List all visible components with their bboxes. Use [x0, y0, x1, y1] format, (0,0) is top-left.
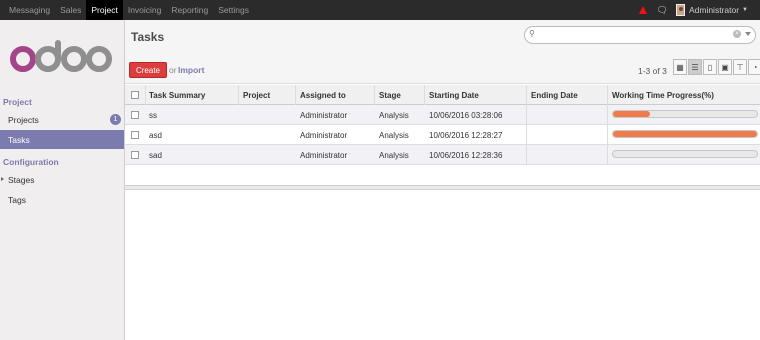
- gantt-icon[interactable]: ⊤: [733, 59, 747, 75]
- menu-invoicing[interactable]: Invoicing: [123, 0, 167, 20]
- user-name[interactable]: Administrator: [689, 5, 739, 15]
- column-header-assigned-to[interactable]: Assigned to: [300, 85, 346, 105]
- sidebar: Project Projects 1 Tasks Configuration S…: [0, 20, 125, 340]
- control-panel: Tasks ⚲ × Create or Import 1-3 of 3 ▦ ☰ …: [125, 20, 760, 84]
- column-header-working-time-progress[interactable]: Working Time Progress(%): [612, 85, 714, 105]
- chat-icon[interactable]: 🗨: [657, 5, 668, 16]
- search-options-dropdown-icon[interactable]: [745, 32, 751, 36]
- page-title: Tasks: [131, 30, 165, 44]
- progress-bar: [612, 150, 758, 158]
- cell-starting-date: 10/06/2016 12:28:27: [429, 130, 503, 140]
- import-link[interactable]: Import: [178, 65, 204, 75]
- select-all-checkbox[interactable]: [131, 91, 139, 99]
- search-icon: ⚲: [529, 29, 535, 38]
- count-badge: 1: [110, 114, 121, 125]
- sidebar-item-label: Stages: [8, 174, 35, 185]
- clear-icon[interactable]: ×: [733, 30, 741, 38]
- progress-bar: [612, 110, 758, 118]
- table-row[interactable]: ss Administrator Analysis 10/06/2016 03:…: [125, 105, 760, 125]
- cell-starting-date: 10/06/2016 12:28:36: [429, 150, 503, 160]
- sidebar-section-configuration: Configuration: [3, 157, 59, 167]
- sidebar-item-stages[interactable]: Stages: [0, 170, 124, 189]
- progress-bar: [612, 130, 758, 138]
- top-right-area: 🗨 Administrator ▼: [638, 0, 760, 20]
- cell-assigned-to: Administrator: [300, 150, 348, 160]
- expand-triangle-icon[interactable]: [1, 177, 4, 181]
- cell-stage: Analysis: [379, 130, 409, 140]
- column-header-starting-date[interactable]: Starting Date: [429, 85, 479, 105]
- cell-assigned-to: Administrator: [300, 130, 348, 140]
- column-header-ending-date[interactable]: Ending Date: [531, 85, 578, 105]
- or-text: or: [169, 65, 177, 75]
- sidebar-item-label: Tasks: [8, 134, 30, 145]
- sidebar-item-projects[interactable]: Projects 1: [0, 110, 124, 129]
- graph-icon[interactable]: ◔: [748, 59, 760, 75]
- column-header-task-summary[interactable]: Task Summary: [149, 85, 205, 105]
- menu-reporting[interactable]: Reporting: [166, 0, 213, 20]
- list-icon[interactable]: ☰: [688, 59, 702, 75]
- sidebar-section-project: Project: [3, 97, 32, 107]
- table-row[interactable]: asd Administrator Analysis 10/06/2016 12…: [125, 125, 760, 145]
- table-header-row: Task Summary Project Assigned to Stage S…: [125, 85, 760, 105]
- cell-assigned-to: Administrator: [300, 110, 348, 120]
- cell-stage: Analysis: [379, 150, 409, 160]
- top-menu: Messaging Sales Project Invoicing Report…: [4, 0, 254, 20]
- cell-stage: Analysis: [379, 110, 409, 120]
- odoo-logo[interactable]: [10, 40, 112, 80]
- progress-bar-fill: [613, 131, 757, 137]
- row-checkbox[interactable]: [131, 111, 139, 119]
- search-box[interactable]: ⚲ ×: [524, 26, 756, 44]
- pager: 1-3 of 3: [638, 66, 667, 76]
- search-input[interactable]: [539, 29, 729, 41]
- list-footer-divider: [125, 185, 760, 190]
- column-header-stage[interactable]: Stage: [379, 85, 401, 105]
- create-button[interactable]: Create: [129, 62, 167, 78]
- sidebar-item-label: Projects: [8, 114, 39, 125]
- progress-bar-fill: [613, 111, 651, 117]
- cell-task-summary: ss: [149, 110, 157, 120]
- view-switcher: ▦ ☰ ▯ ▣ ⊤ ◔: [672, 59, 760, 75]
- menu-messaging[interactable]: Messaging: [4, 0, 55, 20]
- avatar[interactable]: [675, 4, 685, 16]
- sidebar-item-tags[interactable]: Tags: [0, 190, 124, 209]
- kanban-icon[interactable]: ▦: [673, 59, 687, 75]
- row-checkbox[interactable]: [131, 151, 139, 159]
- menu-settings[interactable]: Settings: [213, 0, 254, 20]
- cell-task-summary: sad: [149, 150, 162, 160]
- menu-sales[interactable]: Sales: [55, 0, 86, 20]
- main-content: Tasks ⚲ × Create or Import 1-3 of 3 ▦ ☰ …: [125, 20, 760, 340]
- sidebar-item-label: Tags: [8, 194, 26, 205]
- menu-project[interactable]: Project: [86, 0, 123, 20]
- chevron-down-icon[interactable]: ▼: [742, 7, 748, 13]
- calendar-icon[interactable]: ▣: [718, 59, 732, 75]
- column-header-project[interactable]: Project: [243, 85, 270, 105]
- table-row[interactable]: sad Administrator Analysis 10/06/2016 12…: [125, 145, 760, 165]
- warning-icon[interactable]: [638, 6, 647, 14]
- cell-task-summary: asd: [149, 130, 162, 140]
- cell-starting-date: 10/06/2016 03:28:06: [429, 110, 503, 120]
- row-checkbox[interactable]: [131, 131, 139, 139]
- sidebar-item-tasks[interactable]: Tasks: [0, 130, 124, 149]
- form-icon[interactable]: ▯: [703, 59, 717, 75]
- top-navbar: Messaging Sales Project Invoicing Report…: [0, 0, 760, 20]
